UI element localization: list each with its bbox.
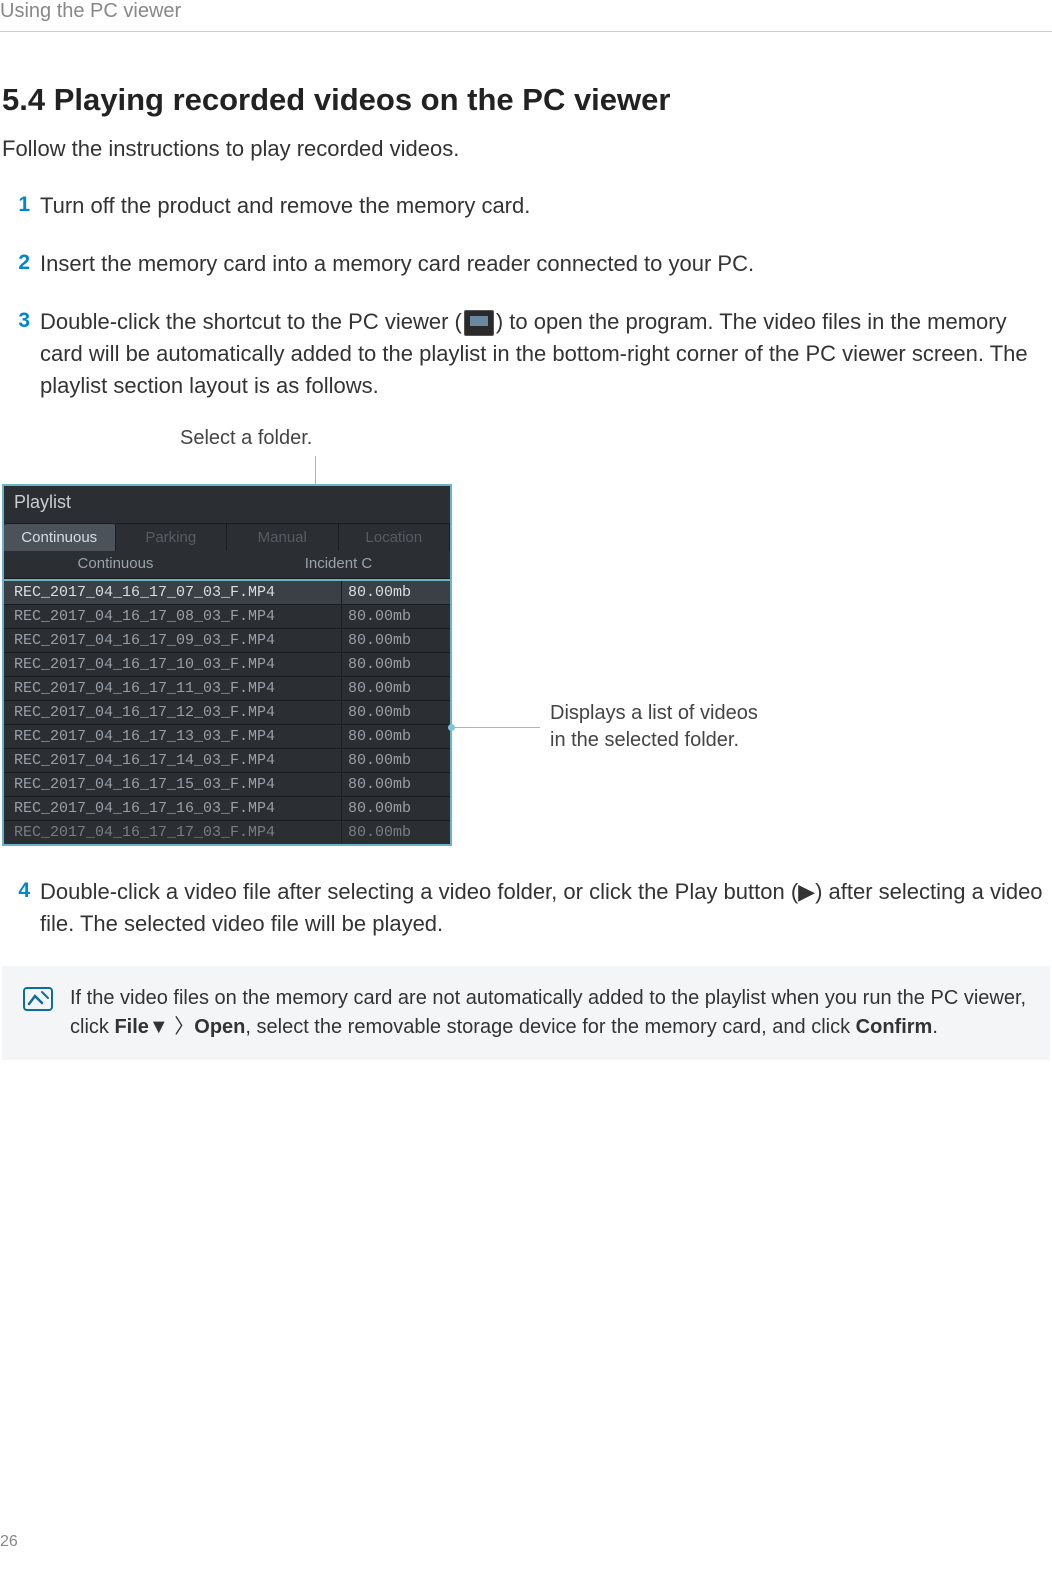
file-name: REC_2017_04_16_17_15_03_F.MP4 xyxy=(4,773,342,796)
subtabs-row: Continuous Incident C xyxy=(4,551,450,579)
step-list: 1 Turn off the product and remove the me… xyxy=(2,190,1050,401)
file-size: 80.00mb xyxy=(342,749,450,772)
step-number: 4 xyxy=(2,876,30,940)
file-row[interactable]: REC_2017_04_16_17_16_03_F.MP480.00mb xyxy=(4,797,450,821)
file-row[interactable]: REC_2017_04_16_17_13_03_F.MP480.00mb xyxy=(4,725,450,749)
note-sep: 〉 xyxy=(169,1016,195,1038)
file-name: REC_2017_04_16_17_11_03_F.MP4 xyxy=(4,677,342,700)
step3-text-before: Double-click the shortcut to the PC view… xyxy=(40,309,462,334)
breadcrumb: Using the PC viewer xyxy=(0,0,181,23)
step-number: 2 xyxy=(2,248,30,280)
step-4: 4 Double-click a video file after select… xyxy=(2,876,1050,940)
step-number: 3 xyxy=(2,306,30,402)
tab-manual[interactable]: Manual xyxy=(227,523,339,551)
step-2: 2 Insert the memory card into a memory c… xyxy=(2,248,1050,280)
section-heading: 5.4 Playing recorded videos on the PC vi… xyxy=(2,82,1050,118)
annotation-file-list: Displays a list of videos in the selecte… xyxy=(452,700,758,754)
tab-continuous[interactable]: Continuous xyxy=(4,523,116,551)
file-row[interactable]: REC_2017_04_16_17_11_03_F.MP480.00mb xyxy=(4,677,450,701)
step-1: 1 Turn off the product and remove the me… xyxy=(2,190,1050,222)
annot-right-line2: in the selected folder. xyxy=(550,729,739,751)
file-name: REC_2017_04_16_17_13_03_F.MP4 xyxy=(4,725,342,748)
note-part-c: . xyxy=(932,1016,938,1038)
file-name: REC_2017_04_16_17_10_03_F.MP4 xyxy=(4,653,342,676)
file-size: 80.00mb xyxy=(342,653,450,676)
annotation-select-folder: Select a folder. xyxy=(180,427,1050,450)
file-name: REC_2017_04_16_17_16_03_F.MP4 xyxy=(4,797,342,820)
pc-viewer-shortcut-icon xyxy=(464,310,494,336)
subtab-incident[interactable]: Incident C xyxy=(227,551,450,578)
file-name: REC_2017_04_16_17_09_03_F.MP4 xyxy=(4,629,342,652)
step-number: 1 xyxy=(2,190,30,222)
file-size: 80.00mb xyxy=(342,677,450,700)
file-size: 80.00mb xyxy=(342,629,450,652)
playlist-figure: Select a folder. Playlist Continuous Par… xyxy=(2,427,1050,846)
step-list-continued: 4 Double-click a video file after select… xyxy=(2,876,1050,940)
file-name: REC_2017_04_16_17_08_03_F.MP4 xyxy=(4,605,342,628)
file-row[interactable]: REC_2017_04_16_17_09_03_F.MP480.00mb xyxy=(4,629,450,653)
note-text: If the video files on the memory card ar… xyxy=(70,984,1030,1042)
note-bold-open: Open xyxy=(194,1016,245,1038)
file-row[interactable]: REC_2017_04_16_17_08_03_F.MP480.00mb xyxy=(4,605,450,629)
file-row[interactable]: REC_2017_04_16_17_12_03_F.MP480.00mb xyxy=(4,701,450,725)
file-size: 80.00mb xyxy=(342,797,450,820)
annotation-connector-top xyxy=(40,456,1050,484)
subtab-continuous[interactable]: Continuous xyxy=(4,551,227,578)
note-icon xyxy=(22,986,54,1014)
file-size: 80.00mb xyxy=(342,701,450,724)
file-name: REC_2017_04_16_17_12_03_F.MP4 xyxy=(4,701,342,724)
step-text: Insert the memory card into a memory car… xyxy=(40,248,1050,280)
step-text: Double-click a video file after selectin… xyxy=(40,876,1050,940)
note-box: If the video files on the memory card ar… xyxy=(2,966,1050,1060)
file-size: 80.00mb xyxy=(342,821,450,844)
file-size: 80.00mb xyxy=(342,605,450,628)
file-row[interactable]: REC_2017_04_16_17_15_03_F.MP480.00mb xyxy=(4,773,450,797)
file-size: 80.00mb xyxy=(342,581,450,604)
playlist-title: Playlist xyxy=(4,486,450,523)
file-name: REC_2017_04_16_17_14_03_F.MP4 xyxy=(4,749,342,772)
file-row[interactable]: REC_2017_04_16_17_07_03_F.MP480.00mb xyxy=(4,581,450,605)
file-row[interactable]: REC_2017_04_16_17_14_03_F.MP480.00mb xyxy=(4,749,450,773)
playlist-panel: Playlist Continuous Parking Manual Locat… xyxy=(2,484,452,846)
file-row[interactable]: REC_2017_04_16_17_17_03_F.MP480.00mb xyxy=(4,821,450,844)
file-size: 80.00mb xyxy=(342,773,450,796)
file-row[interactable]: REC_2017_04_16_17_10_03_F.MP480.00mb xyxy=(4,653,450,677)
annot-right-line1: Displays a list of videos xyxy=(550,702,758,724)
page-number: 26 xyxy=(0,1533,18,1551)
file-name: REC_2017_04_16_17_17_03_F.MP4 xyxy=(4,821,342,844)
annotation-connector-right xyxy=(452,727,540,728)
section-intro: Follow the instructions to play recorded… xyxy=(2,136,1050,162)
step-3: 3 Double-click the shortcut to the PC vi… xyxy=(2,306,1050,402)
tab-parking[interactable]: Parking xyxy=(116,523,228,551)
note-part-b: , select the removable storage device fo… xyxy=(245,1016,855,1038)
file-size: 80.00mb xyxy=(342,725,450,748)
file-list: REC_2017_04_16_17_07_03_F.MP480.00mb REC… xyxy=(4,579,450,844)
page-header: Using the PC viewer xyxy=(0,0,1052,32)
file-name: REC_2017_04_16_17_07_03_F.MP4 xyxy=(4,581,342,604)
step-text: Double-click the shortcut to the PC view… xyxy=(40,306,1050,402)
tab-location[interactable]: Location xyxy=(339,523,451,551)
folder-tabs-row: Continuous Parking Manual Location xyxy=(4,523,450,551)
annotation-text-right: Displays a list of videos in the selecte… xyxy=(550,700,758,754)
note-bold-file: File▼ xyxy=(114,1016,168,1038)
note-bold-confirm: Confirm xyxy=(856,1016,933,1038)
step-text: Turn off the product and remove the memo… xyxy=(40,190,1050,222)
